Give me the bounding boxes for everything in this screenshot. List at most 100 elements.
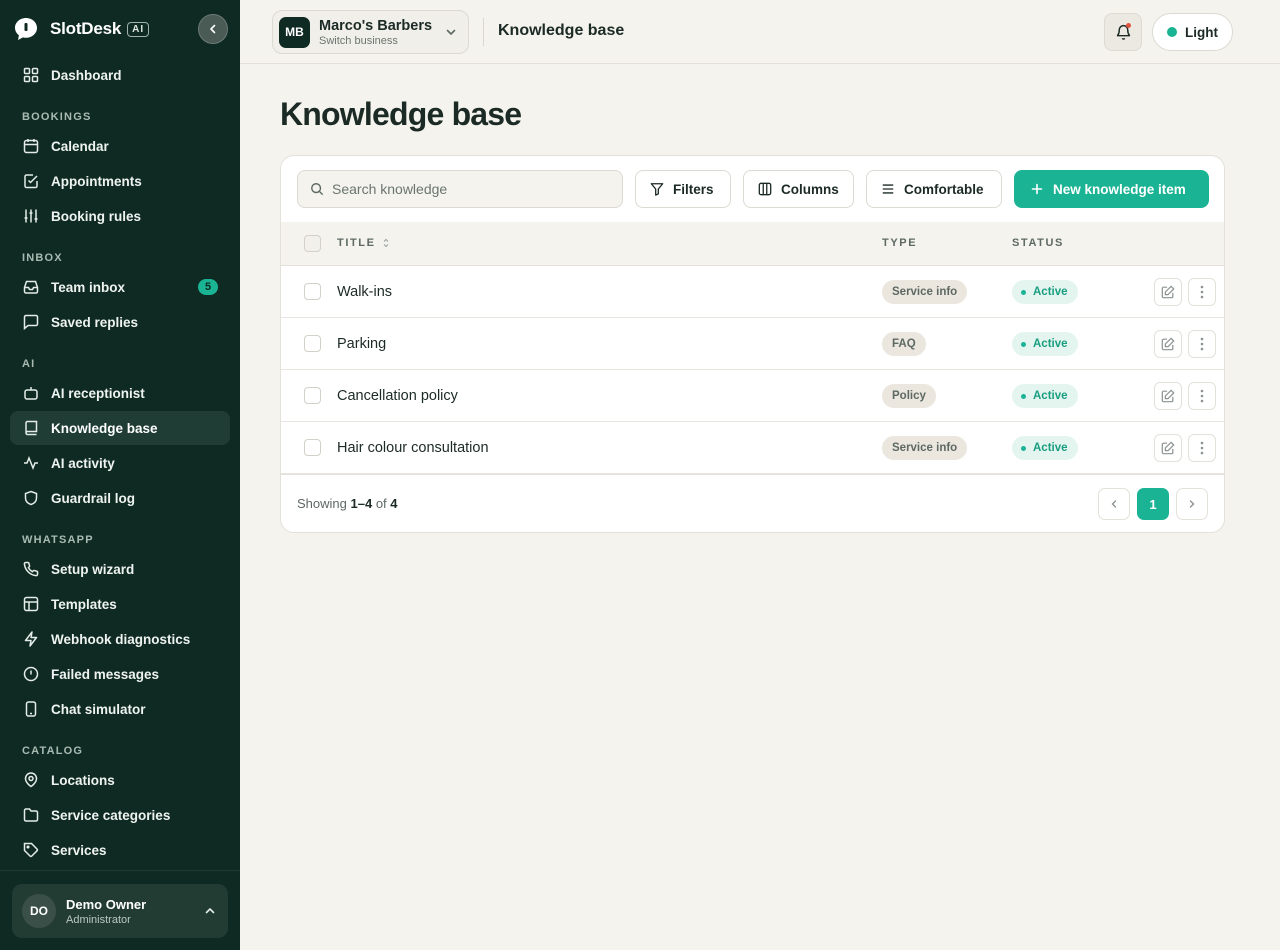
sidebar-item-label: Saved replies bbox=[51, 314, 139, 330]
sidebar-item-ai-receptionist[interactable]: AI receptionist bbox=[10, 376, 230, 410]
row-title[interactable]: Parking bbox=[337, 336, 386, 352]
business-name: Marco's Barbers bbox=[319, 17, 433, 34]
sidebar-item-label: Appointments bbox=[51, 173, 142, 189]
status-badge: Active bbox=[1012, 280, 1078, 304]
select-all-checkbox[interactable] bbox=[304, 235, 321, 252]
sidebar-item-service-categories[interactable]: Service categories bbox=[10, 798, 230, 832]
column-header-status[interactable]: STATUS bbox=[1012, 237, 1064, 249]
table-row[interactable]: Parking FAQ Active bbox=[281, 318, 1224, 370]
notifications-button[interactable] bbox=[1104, 13, 1142, 51]
page-number-button[interactable]: 1 bbox=[1137, 488, 1169, 520]
status-dot bbox=[1021, 289, 1026, 295]
user-name: Demo Owner bbox=[66, 896, 147, 912]
column-header-type[interactable]: TYPE bbox=[882, 237, 917, 249]
sidebar-item-locations[interactable]: Locations bbox=[10, 763, 230, 797]
edit-icon bbox=[1161, 389, 1175, 403]
sidebar-item-knowledge-base[interactable]: Knowledge base bbox=[10, 411, 230, 445]
edit-button[interactable] bbox=[1154, 278, 1182, 306]
row-checkbox[interactable] bbox=[304, 335, 321, 352]
topbar: MB Marco's Barbers Switch business Knowl… bbox=[240, 0, 1280, 64]
table-row[interactable]: Hair colour consultation Service info Ac… bbox=[281, 422, 1224, 474]
chevron-right-icon bbox=[1189, 500, 1195, 508]
sidebar-item-label: Guardrail log bbox=[51, 490, 136, 506]
sidebar-item-label: Failed messages bbox=[51, 666, 160, 682]
chevron-left-icon bbox=[210, 24, 216, 34]
sidebar-item-label: AI receptionist bbox=[51, 385, 145, 401]
sidebar-item-label: Knowledge base bbox=[51, 420, 158, 436]
table-row[interactable]: Cancellation policy Policy Active bbox=[281, 370, 1224, 422]
business-switcher[interactable]: MB Marco's Barbers Switch business bbox=[272, 10, 469, 54]
new-knowledge-item-button[interactable]: New knowledge item bbox=[1014, 170, 1209, 208]
notification-dot bbox=[1126, 23, 1131, 28]
density-icon bbox=[881, 182, 895, 196]
sidebar-item-chat-simulator[interactable]: Chat simulator bbox=[10, 692, 230, 726]
row-title[interactable]: Walk-ins bbox=[337, 284, 392, 300]
density-button[interactable]: Comfortable bbox=[866, 170, 1002, 208]
status-badge: Active bbox=[1012, 332, 1078, 356]
search-box[interactable] bbox=[297, 170, 623, 208]
sidebar-item-label: Locations bbox=[51, 772, 115, 788]
bolt-icon bbox=[22, 630, 40, 648]
sidebar-item-webhook-diagnostics[interactable]: Webhook diagnostics bbox=[10, 622, 230, 656]
filters-button[interactable]: Filters bbox=[635, 170, 731, 208]
sidebar-item-templates[interactable]: Templates bbox=[10, 587, 230, 621]
sidebar: SlotDesk AI Dashboard BOOKINGS Calendar … bbox=[0, 0, 240, 950]
sliders-icon bbox=[22, 207, 40, 225]
sidebar-item-services[interactable]: Services bbox=[10, 833, 230, 867]
sidebar-item-ai-activity[interactable]: AI activity bbox=[10, 446, 230, 480]
edit-button[interactable] bbox=[1154, 330, 1182, 358]
sidebar-item-guardrail-log[interactable]: Guardrail log bbox=[10, 481, 230, 515]
calendar-icon bbox=[22, 137, 40, 155]
table-toolbar: Filters Columns Comfortable New knowledg… bbox=[281, 156, 1224, 222]
search-input[interactable] bbox=[332, 181, 612, 197]
more-actions-button[interactable] bbox=[1188, 278, 1216, 306]
sidebar-item-label: AI activity bbox=[51, 455, 115, 471]
row-title[interactable]: Hair colour consultation bbox=[337, 440, 489, 456]
row-title[interactable]: Cancellation policy bbox=[337, 388, 458, 404]
edit-button[interactable] bbox=[1154, 434, 1182, 462]
sidebar-item-dashboard[interactable]: Dashboard bbox=[10, 58, 230, 92]
sidebar-item-booking-rules[interactable]: Booking rules bbox=[10, 199, 230, 233]
message-icon bbox=[22, 313, 40, 331]
showing-total: 4 bbox=[390, 496, 398, 511]
row-checkbox[interactable] bbox=[304, 387, 321, 404]
user-menu[interactable]: DO Demo Owner Administrator bbox=[12, 884, 228, 938]
sidebar-item-team-inbox[interactable]: Team inbox 5 bbox=[10, 270, 230, 304]
row-checkbox[interactable] bbox=[304, 283, 321, 300]
nav-section-whatsapp: WHATSAPP bbox=[22, 534, 94, 546]
columns-button[interactable]: Columns bbox=[743, 170, 854, 208]
sidebar-item-label: Dashboard bbox=[51, 67, 122, 83]
book-icon bbox=[22, 419, 40, 437]
shield-icon bbox=[22, 489, 40, 507]
sidebar-item-saved-replies[interactable]: Saved replies bbox=[10, 305, 230, 339]
theme-toggle-button[interactable]: Light bbox=[1152, 13, 1233, 51]
page-title: Knowledge base bbox=[280, 96, 522, 132]
more-actions-button[interactable] bbox=[1188, 434, 1216, 462]
row-checkbox[interactable] bbox=[304, 439, 321, 456]
brand[interactable]: SlotDesk AI bbox=[12, 14, 150, 44]
nav-section-ai: AI bbox=[22, 358, 36, 370]
folder-icon bbox=[22, 806, 40, 824]
checklist-icon bbox=[22, 172, 40, 190]
collapse-sidebar-button[interactable] bbox=[198, 14, 228, 44]
table-row[interactable]: Walk-ins Service info Active bbox=[281, 266, 1224, 318]
table-footer: Showing 1–4 of 4 1 bbox=[281, 474, 1224, 532]
more-vertical-icon bbox=[1200, 285, 1204, 299]
more-actions-button[interactable] bbox=[1188, 382, 1216, 410]
sidebar-nav: Dashboard BOOKINGS Calendar Appointments… bbox=[10, 58, 230, 868]
layout-icon bbox=[22, 595, 40, 613]
showing-label: Showing bbox=[297, 496, 347, 511]
more-actions-button[interactable] bbox=[1188, 330, 1216, 358]
next-page-button[interactable] bbox=[1176, 488, 1208, 520]
status-dot bbox=[1021, 341, 1026, 347]
sidebar-item-setup-wizard[interactable]: Setup wizard bbox=[10, 552, 230, 586]
status-label: Active bbox=[1033, 390, 1068, 402]
sidebar-item-appointments[interactable]: Appointments bbox=[10, 164, 230, 198]
sidebar-item-failed-messages[interactable]: Failed messages bbox=[10, 657, 230, 691]
previous-page-button[interactable] bbox=[1098, 488, 1130, 520]
phone-icon bbox=[22, 560, 40, 578]
edit-button[interactable] bbox=[1154, 382, 1182, 410]
column-header-title[interactable]: TITLE bbox=[337, 237, 390, 249]
showing-range: 1–4 bbox=[350, 496, 373, 511]
sidebar-item-calendar[interactable]: Calendar bbox=[10, 129, 230, 163]
